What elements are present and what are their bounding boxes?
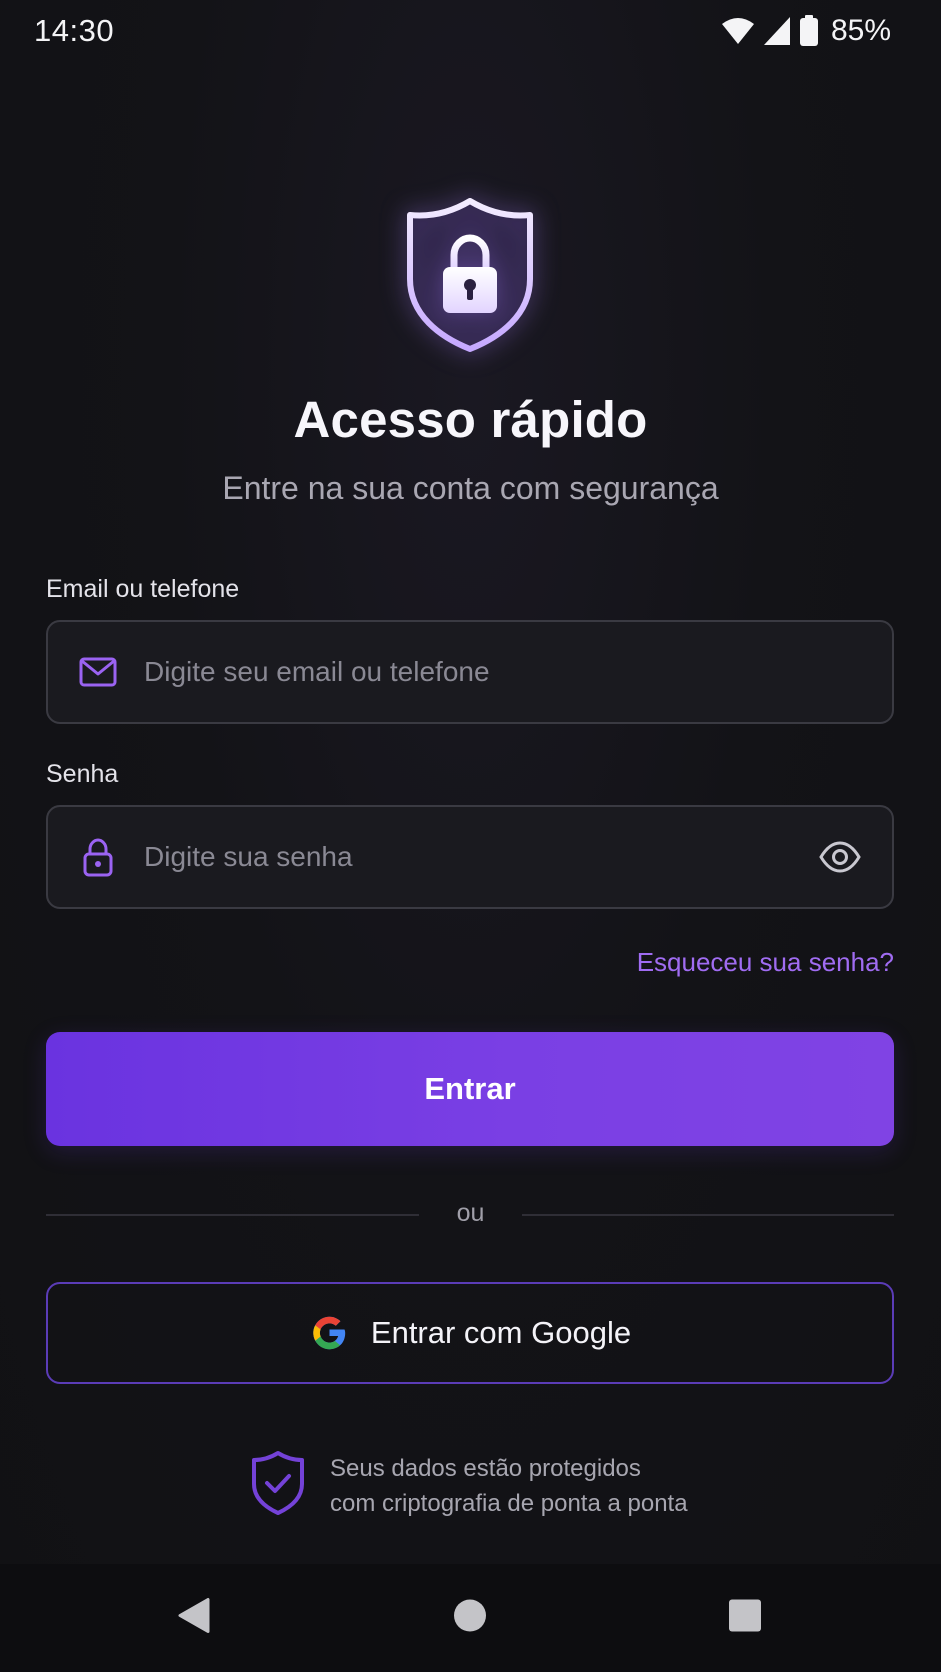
password-input[interactable] <box>142 807 802 907</box>
password-field[interactable] <box>46 805 894 909</box>
email-input[interactable] <box>142 622 802 722</box>
navigation-bar <box>0 1564 941 1672</box>
recents-icon[interactable] <box>729 1599 761 1637</box>
security-text: Seus dados estão protegidos com criptogr… <box>330 1451 688 1521</box>
security-text-line1: Seus dados estão protegidos <box>330 1454 641 1482</box>
forgot-password-link[interactable]: Esqueceu sua senha? <box>637 947 894 978</box>
eye-icon[interactable] <box>818 835 862 879</box>
status-bar: 14:30 85% <box>0 0 941 64</box>
page-title: Acesso rápido <box>293 391 648 448</box>
status-icons: 85% <box>721 14 891 48</box>
page-subtitle: Entre na sua conta com segurança <box>222 470 719 506</box>
home-icon[interactable] <box>453 1599 487 1638</box>
lock-icon <box>78 837 118 877</box>
status-time: 14:30 <box>34 13 115 48</box>
battery-percentage: 85% <box>830 14 891 47</box>
password-label: Senha <box>46 760 119 788</box>
back-icon[interactable] <box>177 1597 211 1640</box>
security-note: Seus dados estão protegidos com criptogr… <box>250 1450 688 1521</box>
shield-check-icon <box>250 1450 306 1521</box>
cellular-signal-icon <box>763 16 791 46</box>
google-login-button[interactable]: Entrar com Google <box>46 1282 894 1384</box>
google-login-label: Entrar com Google <box>370 1315 632 1350</box>
google-icon <box>309 1313 349 1353</box>
divider-right <box>522 1214 894 1216</box>
shield-lock-icon <box>400 195 540 355</box>
email-field[interactable] <box>46 620 894 724</box>
email-label: Email ou telefone <box>46 575 240 603</box>
login-screen: 14:30 85% Acesso rápido Entre na sua con… <box>0 0 941 1672</box>
battery-icon <box>799 15 819 47</box>
wifi-icon <box>721 16 755 46</box>
mail-icon <box>78 652 118 692</box>
login-button[interactable]: Entrar <box>46 1032 894 1146</box>
security-text-line2: com criptografia de ponta a ponta <box>330 1489 688 1517</box>
